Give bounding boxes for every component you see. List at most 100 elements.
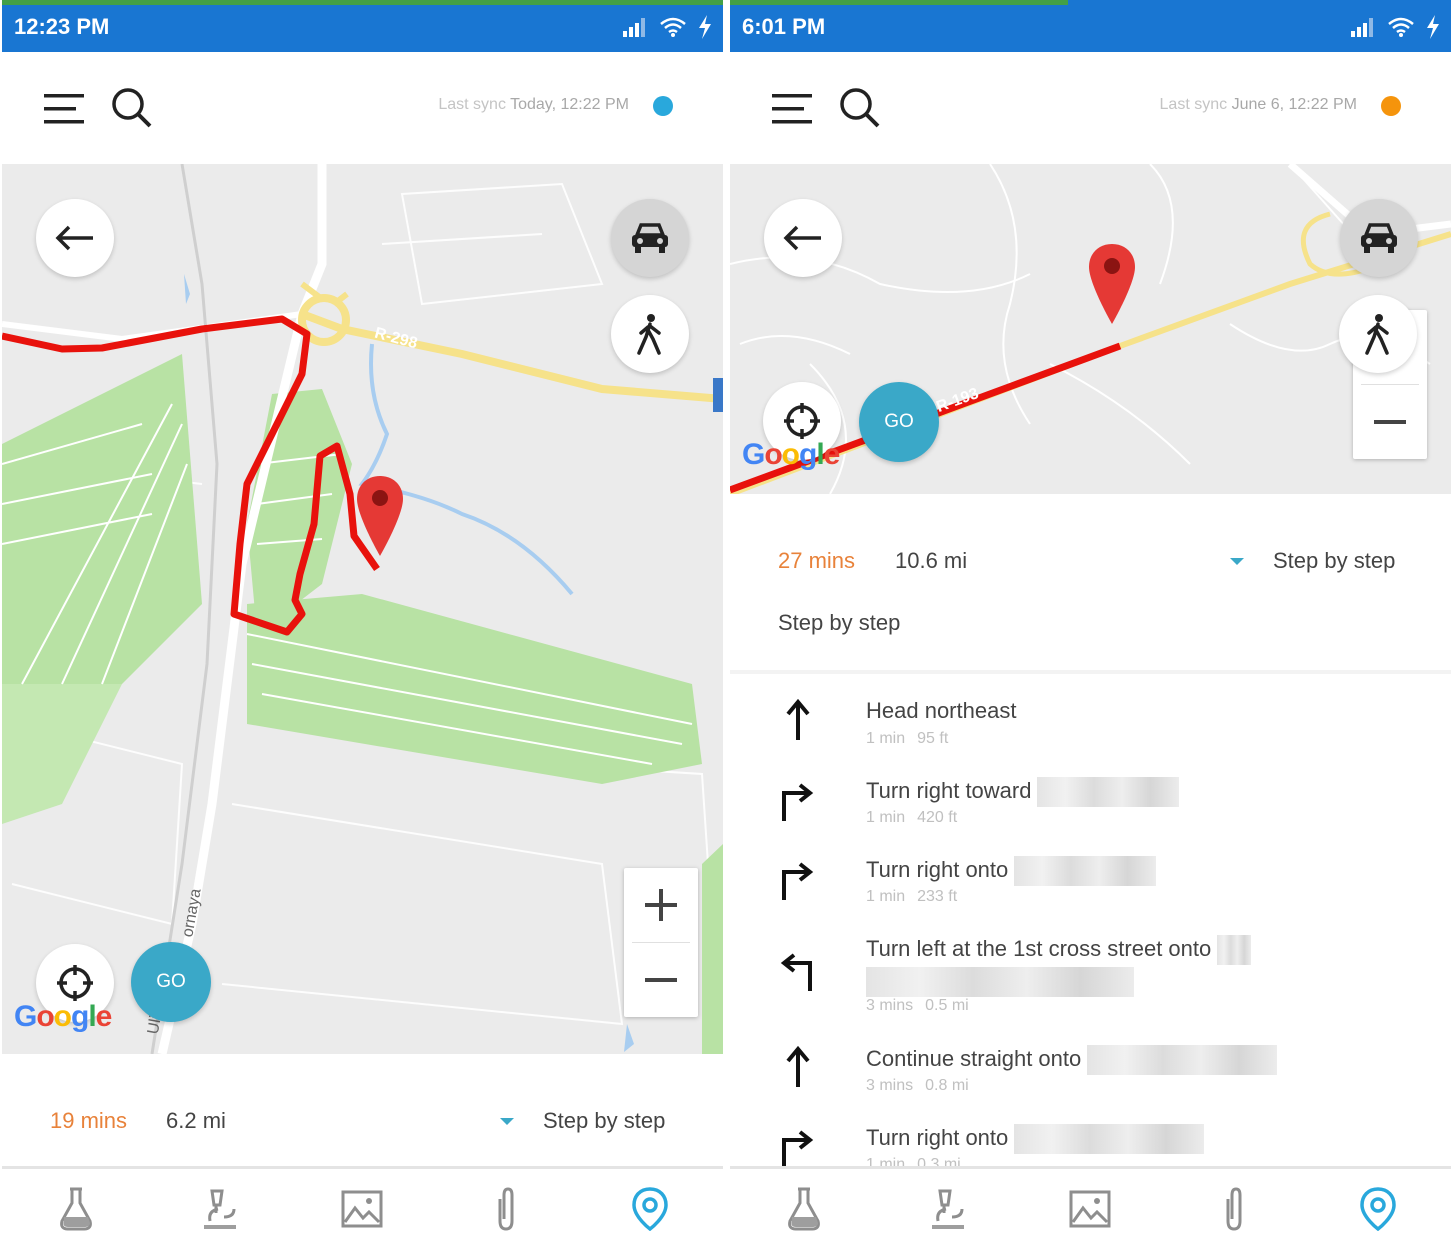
wifi-icon — [660, 17, 686, 37]
last-sync-value: Today, 12:22 PM — [510, 96, 629, 113]
app-bar: Last sync June 6, 12:22 PM — [730, 52, 1451, 164]
nav-microscope[interactable] — [190, 1183, 250, 1235]
redacted-street-name — [1087, 1045, 1278, 1075]
walk-mode-button[interactable] — [611, 295, 689, 373]
search-button[interactable] — [110, 86, 154, 130]
zoom-out-button[interactable] — [1353, 385, 1427, 459]
turn-left-icon — [780, 953, 812, 991]
location-pin-icon — [632, 1187, 668, 1231]
drive-mode-button[interactable] — [1340, 199, 1418, 277]
nav-microscope[interactable] — [918, 1183, 978, 1235]
step-distance: 0.5 mi — [925, 997, 969, 1014]
step-distance: 0.8 mi — [925, 1077, 969, 1094]
paperclip-icon — [498, 1187, 514, 1231]
section-divider — [730, 670, 1451, 674]
step-distance: 420 ft — [917, 809, 958, 826]
route-duration: 19 mins — [50, 1108, 128, 1133]
step-meta: 3 mins 0.5 mi — [866, 997, 969, 1015]
load-progress-bar — [2, 0, 723, 5]
sync-status-dot — [1381, 96, 1401, 116]
nav-images[interactable] — [1060, 1183, 1120, 1235]
zoom-out-button[interactable] — [624, 943, 698, 1017]
step-time: 3 mins — [866, 997, 914, 1014]
step-instruction: Turn left at the 1st cross street onto — [866, 935, 1252, 965]
walk-mode-button[interactable] — [1339, 295, 1417, 373]
charging-icon — [1427, 15, 1439, 39]
signal-icon — [1351, 18, 1373, 37]
app-bar: Last sync Today, 12:22 PM — [2, 52, 723, 164]
step-meta: 1 min 420 ft — [866, 809, 957, 827]
go-button[interactable]: GO — [131, 942, 211, 1022]
direction-steps-list: Head northeast 1 min 95 ft Turn right tow… — [730, 690, 1451, 1166]
map-canvas — [2, 164, 723, 1054]
nav-location[interactable] — [1348, 1183, 1408, 1235]
charging-icon — [699, 15, 711, 39]
image-icon — [341, 1190, 383, 1228]
mode-dropdown-caret[interactable] — [500, 1118, 514, 1125]
status-bar: 6:01 PM — [730, 0, 1451, 52]
plus-icon — [645, 889, 677, 921]
step-instruction: Turn right onto — [866, 1124, 1205, 1154]
step-meta: 3 mins 0.8 mi — [866, 1077, 969, 1095]
redacted-street-name — [1217, 935, 1252, 965]
menu-icon — [44, 94, 84, 124]
menu-button[interactable] — [42, 90, 86, 128]
map-pin-icon — [357, 476, 403, 556]
route-map[interactable]: R-193 Google GO — [730, 164, 1451, 494]
arrow-left-icon — [55, 225, 93, 251]
search-icon — [840, 88, 880, 128]
arrow-up-icon — [786, 1045, 810, 1087]
nav-lab[interactable] — [46, 1183, 106, 1235]
arrow-up-icon — [786, 698, 810, 740]
search-icon — [112, 88, 152, 128]
steps-section-title: Step by step — [778, 610, 901, 635]
redacted-street-name — [1037, 777, 1180, 807]
step-meta: 1 min 233 ft — [866, 888, 957, 906]
direction-mode-select[interactable]: Step by step — [543, 1108, 665, 1134]
status-bar: 12:23 PM — [2, 0, 723, 52]
direction-mode-select[interactable]: Step by step — [1273, 548, 1395, 574]
step-distance: 95 ft — [917, 730, 949, 747]
nav-location[interactable] — [620, 1183, 680, 1235]
zoom-in-button[interactable] — [624, 868, 698, 942]
route-distance: 6.2 mi — [166, 1108, 226, 1133]
turn-right-icon — [782, 783, 814, 821]
bottom-navigation — [730, 1166, 1451, 1246]
back-button[interactable] — [764, 199, 842, 277]
step-meta: 1 min 95 ft — [866, 730, 948, 748]
step-instruction: Turn right onto — [866, 856, 1157, 886]
route-map[interactable]: R-298 ornaya Uli GO Google — [2, 164, 723, 1054]
menu-icon — [772, 94, 812, 124]
car-icon — [1361, 223, 1397, 253]
go-button[interactable]: GO — [859, 382, 939, 462]
search-button[interactable] — [838, 86, 882, 130]
image-icon — [1069, 1190, 1111, 1228]
route-duration: 27 mins — [778, 548, 856, 573]
map-pin-icon — [1089, 244, 1135, 324]
mode-dropdown-caret[interactable] — [1230, 558, 1244, 565]
sync-status-dot — [653, 96, 673, 116]
step-time: 1 min — [866, 809, 906, 826]
last-sync-label: Last sync — [438, 96, 506, 113]
step-time: 1 min — [866, 1156, 906, 1166]
menu-button[interactable] — [770, 90, 814, 128]
nav-attachments[interactable] — [1204, 1183, 1264, 1235]
route-summary: 27 mins 10.6 mi Step by step — [730, 516, 1451, 606]
arrow-left-icon — [783, 225, 821, 251]
wifi-icon — [1388, 17, 1414, 37]
drive-mode-button[interactable] — [611, 199, 689, 277]
last-sync-label: Last sync — [1159, 96, 1228, 113]
nav-attachments[interactable] — [476, 1183, 536, 1235]
step-time: 3 mins — [866, 1077, 914, 1094]
last-sync: Last sync June 6, 12:22 PM — [1160, 96, 1357, 114]
flask-icon — [788, 1187, 820, 1231]
step-instruction: Continue straight onto — [866, 1045, 1278, 1075]
redacted-street-name — [1014, 1124, 1205, 1154]
route-distance: 10.6 mi — [895, 548, 968, 573]
location-pin-icon — [1360, 1187, 1396, 1231]
back-button[interactable] — [36, 199, 114, 277]
nav-images[interactable] — [332, 1183, 392, 1235]
nav-lab[interactable] — [774, 1183, 834, 1235]
walk-icon — [637, 314, 661, 355]
crosshair-icon — [57, 965, 93, 1001]
